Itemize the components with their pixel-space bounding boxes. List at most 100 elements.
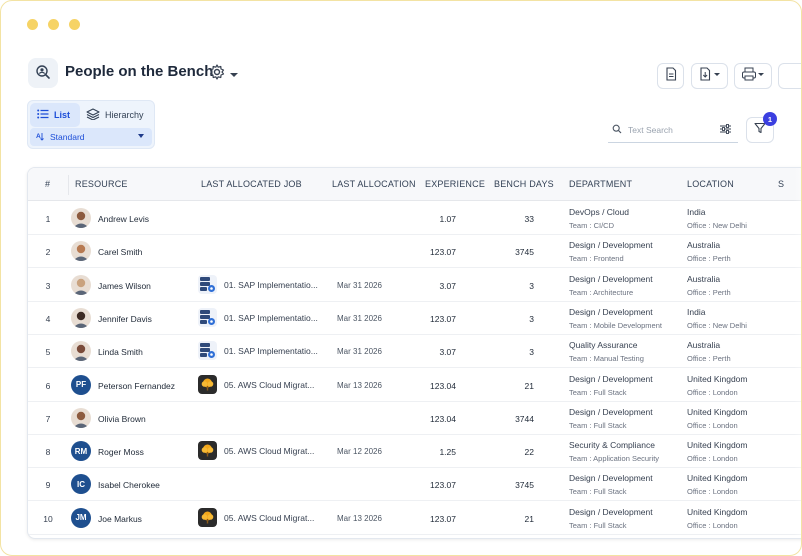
table-row[interactable]: 10 JM Joe Markus 05. AWS Cloud Migrat... Mar… [28,502,801,535]
last-allocation-date: Mar 31 2026 [337,347,382,357]
server-gear-icon [198,307,217,327]
chevron-down-icon[interactable] [229,67,239,77]
view-select-value: Standard [50,132,85,142]
column-header-number[interactable]: # [45,179,50,189]
last-allocated-job[interactable]: 01. SAP Implementatio... [224,346,318,356]
column-header-s[interactable]: S [778,179,784,189]
last-allocation-date: Mar 12 2026 [337,447,382,457]
resource-name[interactable]: Peterson Fernandez [98,381,175,391]
person-photo-icon [73,311,89,328]
column-header-last-allocation[interactable]: LAST ALLOCATION [332,179,416,189]
column-header-last-allocated-job[interactable]: LAST ALLOCATED JOB [201,179,302,189]
table-row[interactable]: 3 James Wilson 01. SAP Implementatio... Mar… [28,269,801,302]
experience-value: 123.07 [430,247,456,258]
app-window: People on the Bench List Hierarchy A Sta… [0,0,802,556]
resource-name[interactable]: James Wilson [98,281,151,291]
export-pdf-button[interactable] [657,63,684,89]
column-header-resource[interactable]: RESOURCE [75,179,128,189]
last-allocated-job[interactable]: 05. AWS Cloud Migrat... [224,513,314,523]
search-input[interactable] [628,125,714,135]
resource-name[interactable]: Isabel Cherokee [98,480,160,490]
row-number: 10 [43,513,53,524]
more-button[interactable] [778,63,801,89]
experience-value: 1.07 [439,214,456,224]
table-row[interactable]: 2 Carel Smith 123.07 3745 Design / Developme… [28,235,801,269]
location-name: United Kingdom [687,406,748,417]
location-name: Australia [687,340,721,351]
column-header-department[interactable]: DEPARTMENT [569,179,632,189]
row-number: 1 [45,214,51,224]
window-dot-maximize[interactable] [69,19,80,30]
resource-name[interactable]: Olivia Brown [98,414,146,424]
last-allocation-date: Mar 13 2026 [337,380,382,390]
bench-days-value: 3744 [515,413,534,424]
table-row[interactable]: 8 RM Roger Moss 05. AWS Cloud Migrat... Mar … [28,435,801,469]
column-header-bench-days[interactable]: BENCH DAYS [494,179,554,189]
department-name: Design / Development [569,240,653,251]
scroll-fade [794,168,801,538]
avatar [71,307,91,328]
tab-list-label: List [54,110,71,120]
last-allocation-date: Mar 31 2026 [337,313,382,323]
bench-days-value: 3 [529,280,534,291]
export-file-button[interactable] [691,63,728,89]
team-name: Team : Architecture [569,287,634,297]
experience-value: 123.07 [430,480,456,491]
cloud-tree-icon [198,374,217,394]
row-number: 9 [45,480,51,491]
location-name: India [687,207,706,217]
sliders-icon[interactable] [720,121,731,139]
department-name: DevOps / Cloud [569,207,629,217]
view-select[interactable]: A Standard [30,128,152,146]
last-allocation-date: Mar 13 2026 [337,513,382,523]
sort-az-icon: A [36,131,46,143]
office-name: Office : New Delhi [687,320,747,330]
row-number: 5 [45,347,51,358]
table-row[interactable]: 4 Jennifer Davis 01. SAP Implementatio... M… [28,302,801,335]
resource-name[interactable]: Andrew Levis [98,214,149,224]
location-name: United Kingdom [687,506,748,517]
last-allocated-job[interactable]: 01. SAP Implementatio... [224,280,318,290]
tab-hierarchy[interactable]: Hierarchy [86,103,154,127]
table-row[interactable]: 9 IC Isabel Cherokee 123.07 3745 Design / Dev… [28,468,801,502]
resource-name[interactable]: Roger Moss [98,447,144,457]
last-allocated-job[interactable]: 05. AWS Cloud Migrat... [224,446,314,456]
office-name: Office : Perth [687,354,731,364]
avatar-initials: JM [75,513,87,523]
row-number: 3 [45,280,51,291]
table-row[interactable]: 1 Andrew Levis 1.07 33 DevOps / Cloud Team : … [28,202,801,235]
team-name: Team : CI/CD [569,221,615,230]
list-icon [37,109,49,121]
last-allocated-job[interactable]: 01. SAP Implementatio... [224,313,318,323]
column-header-experience[interactable]: EXPERIENCE [425,179,485,189]
table-row[interactable]: 7 Olivia Brown 123.04 3744 Design / Developm… [28,402,801,435]
avatar-initials: PF [75,380,87,389]
search-box [608,118,738,143]
team-name: Team : Full Stack [569,487,627,497]
window-dot-close[interactable] [27,19,38,30]
table-row[interactable]: 6 PF Peterson Fernandez 05. AWS Cloud Migra… [28,369,801,402]
experience-value: 1.25 [439,447,456,458]
page-title: People on the Bench [65,63,214,80]
avatar: RM [71,441,91,462]
window-dot-minimize[interactable] [48,19,59,30]
location-name: United Kingdom [687,473,748,484]
view-switcher: List Hierarchy A Standard [27,100,155,149]
experience-value: 3.07 [439,280,456,291]
resource-name[interactable]: Joe Markus [98,514,142,524]
column-header-location[interactable]: LOCATION [687,179,734,189]
last-allocated-job[interactable]: 05. AWS Cloud Migrat... [224,380,314,390]
team-name: Team : Frontend [569,254,624,264]
resource-name[interactable]: Carel Smith [98,247,142,257]
server-gear-icon [198,341,217,361]
gear-icon[interactable] [208,63,226,81]
bench-days-value: 3745 [515,247,534,258]
avatar [71,241,91,262]
tab-list[interactable]: List [30,103,80,127]
resource-name[interactable]: Linda Smith [98,347,143,357]
table-row[interactable]: 5 Linda Smith 01. SAP Implementatio... Mar … [28,335,801,369]
file-export-icon [699,66,721,86]
team-name: Team : Application Security [569,454,660,464]
print-button[interactable] [734,63,772,89]
resource-name[interactable]: Jennifer Davis [98,314,152,324]
